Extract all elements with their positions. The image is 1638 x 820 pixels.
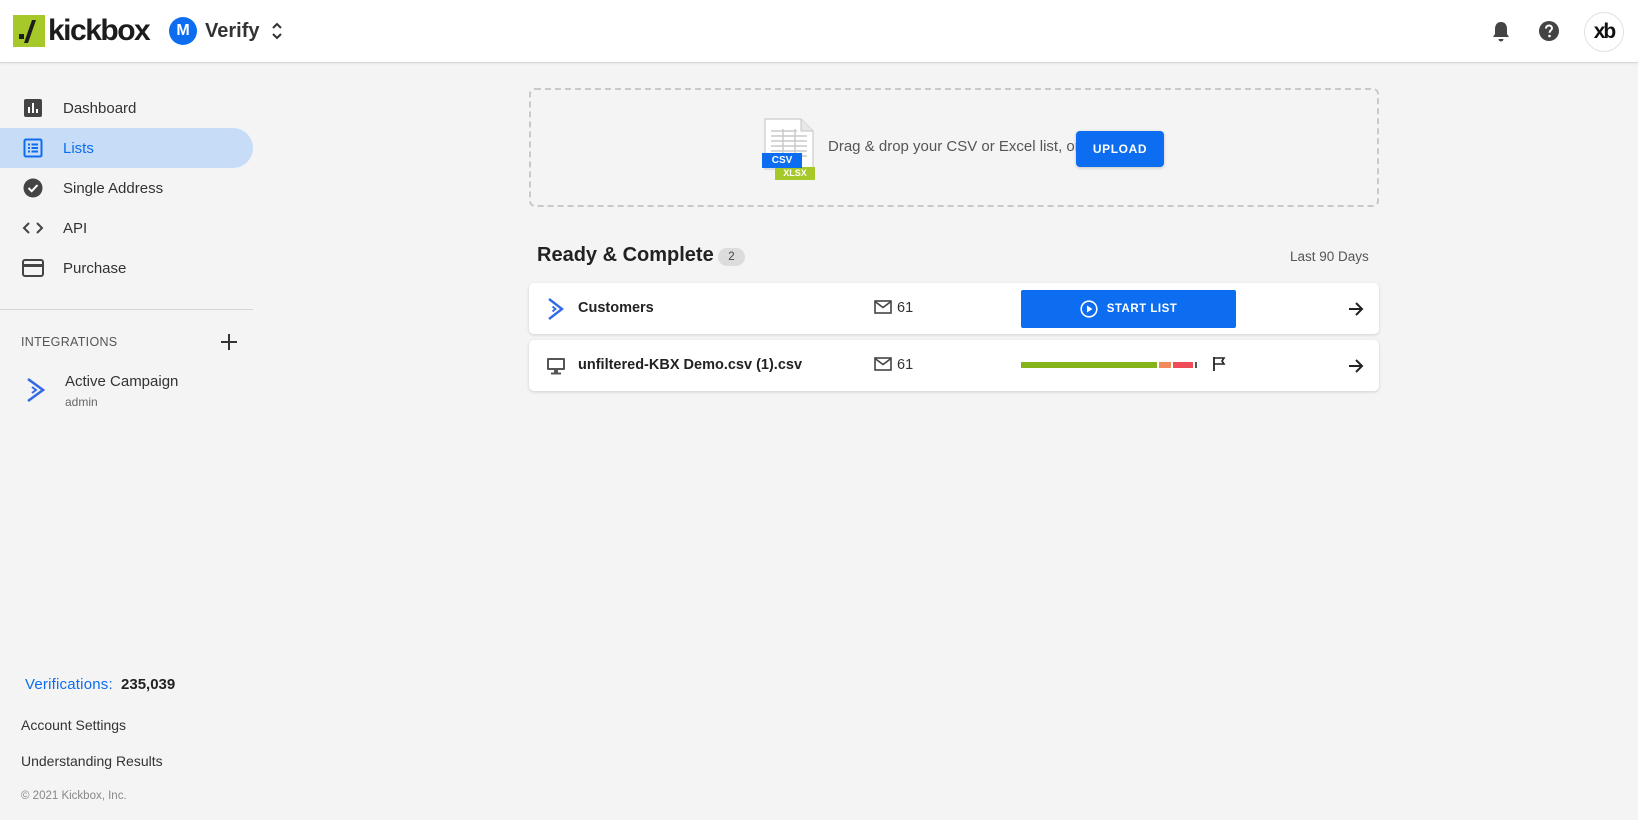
sidebar-item-lists[interactable]: Lists <box>0 128 253 168</box>
progress-segment-deliverable <box>1021 362 1157 368</box>
sidebar-item-api[interactable]: API <box>0 208 253 248</box>
sidebar-divider <box>0 309 253 310</box>
verifications-label: Verifications: <box>25 676 113 693</box>
list-icon <box>22 137 44 159</box>
sidebar-item-label: Dashboard <box>63 99 137 117</box>
flag-icon[interactable] <box>1209 354 1229 374</box>
sidebar-item-label: Single Address <box>63 179 164 197</box>
check-circle-icon <box>22 177 44 199</box>
bar-chart-icon <box>22 97 44 119</box>
notification-bell-icon[interactable] <box>1489 19 1513 43</box>
start-list-button[interactable]: START LIST <box>1021 290 1236 328</box>
list-name: unfiltered-KBX Demo.csv (1).csv <box>578 357 803 373</box>
help-icon[interactable] <box>1537 19 1561 43</box>
sidebar-item-single-address[interactable]: Single Address <box>0 168 253 208</box>
integration-name: Active Campaign <box>65 373 179 390</box>
user-avatar[interactable]: xb <box>1584 12 1624 52</box>
active-campaign-icon <box>544 297 568 321</box>
arrow-right-icon[interactable] <box>1344 297 1368 321</box>
app-switcher[interactable]: M Verify <box>169 17 283 45</box>
progress-segment-unknown <box>1195 362 1197 368</box>
app-badge: M <box>169 17 197 45</box>
integration-active-campaign[interactable]: Active Campaign admin <box>0 365 253 411</box>
account-settings-link[interactable]: Account Settings <box>21 717 126 733</box>
credit-card-icon <box>22 257 44 279</box>
upload-button[interactable]: UPLOAD <box>1076 131 1164 167</box>
list-name: Customers <box>578 300 654 316</box>
section-count-badge: 2 <box>718 248 745 266</box>
upload-dropzone[interactable]: CSV XLSX Drag & drop your CSV or Excel l… <box>529 88 1379 207</box>
progress-segment-undeliverable <box>1173 362 1193 368</box>
app-name: Verify <box>205 19 260 42</box>
section-title: Ready & Complete <box>537 244 714 266</box>
arrow-right-icon[interactable] <box>1344 354 1368 378</box>
kickbox-logo[interactable]: kickbox <box>13 14 151 47</box>
progress-segment-risky <box>1159 362 1171 368</box>
date-range-filter[interactable]: Last 90 Days <box>1290 249 1369 264</box>
understanding-results-link[interactable]: Understanding Results <box>21 753 163 769</box>
unfold-chevron-icon <box>271 20 283 42</box>
verifications-value: 235,039 <box>121 676 176 693</box>
csv-xlsx-file-icon: CSV XLSX <box>761 117 815 181</box>
csv-label: CSV <box>771 155 793 166</box>
add-integration-icon[interactable] <box>218 331 240 353</box>
mail-icon <box>874 357 892 376</box>
active-campaign-icon <box>26 377 46 408</box>
xlsx-label: XLSX <box>783 168 807 178</box>
list-row[interactable]: unfiltered-KBX Demo.csv (1).csv 61 <box>529 340 1379 391</box>
code-icon <box>22 217 44 239</box>
start-list-label: START LIST <box>1106 303 1178 315</box>
sidebar: Dashboard Lists Single Address API Purch… <box>0 63 253 820</box>
integration-account: admin <box>65 395 98 409</box>
computer-icon <box>544 354 568 378</box>
sidebar-item-purchase[interactable]: Purchase <box>0 248 253 288</box>
sidebar-item-label: Lists <box>63 139 94 157</box>
logo-text: kickbox <box>48 14 151 47</box>
upload-instructions: Drag & drop your CSV or Excel list, or <box>828 138 1080 155</box>
logo-mark-icon <box>13 15 45 47</box>
verifications-balance: Verifications: 235,039 <box>25 676 175 693</box>
copyright: © 2021 Kickbox, Inc. <box>21 790 127 802</box>
play-circle-icon <box>1080 300 1098 318</box>
result-progress-bar[interactable] <box>1021 362 1199 368</box>
top-header: kickbox M Verify xb <box>0 0 1638 63</box>
sidebar-item-label: Purchase <box>63 259 127 277</box>
sidebar-item-label: API <box>63 219 88 237</box>
sidebar-item-dashboard[interactable]: Dashboard <box>0 88 253 128</box>
list-email-count: 61 <box>897 357 914 373</box>
integrations-header: INTEGRATIONS <box>21 335 118 349</box>
list-row[interactable]: Customers 61 START LIST <box>529 283 1379 334</box>
mail-icon <box>874 300 892 319</box>
list-email-count: 61 <box>897 300 914 316</box>
